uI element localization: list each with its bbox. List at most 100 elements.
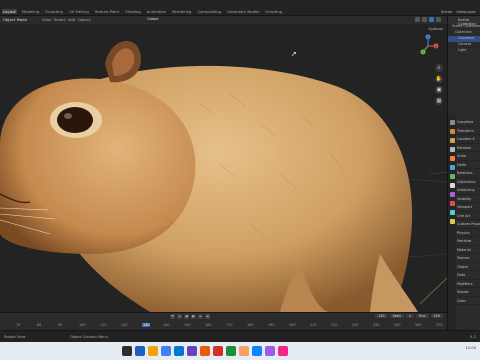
workspace-tab-compositing[interactable]: Compositing [196,9,222,14]
play-icon[interactable]: ▶ [191,314,196,319]
taskbar-app-icon[interactable] [161,346,171,356]
taskbar-app-icon[interactable] [265,346,275,356]
taskbar-app-icon[interactable] [148,346,158,356]
frame-tick-label: 270 [436,323,443,327]
properties-tab-icon[interactable] [450,165,455,170]
start-frame-field[interactable]: 1 [405,314,415,318]
mode-selector[interactable]: Object Mode [3,17,27,22]
play-reverse-icon[interactable]: ◀ [184,314,189,319]
properties-tab-icon[interactable] [450,219,455,224]
property-row[interactable]: Scale [457,152,480,161]
workspace-tab-shading[interactable]: Shading [124,9,141,14]
property-row[interactable]: Custom Props [457,220,480,229]
timeline: ⏮ ◂ ◀ ▶ ▸ ⏭ 130 Start 1 End 250 70 80 90 10… [0,312,447,330]
taskbar-app-icon[interactable] [278,346,288,356]
workspace-tab-rendering[interactable]: Rendering [171,9,192,14]
workspace-tab-uv-editing[interactable]: UV Editing [68,9,90,14]
property-row[interactable]: Particles [457,237,480,246]
transform-orientation[interactable]: Global [147,17,158,21]
properties-tab-icon[interactable] [450,156,455,161]
property-row[interactable]: Shader [457,288,480,297]
jump-start-icon[interactable]: ⏮ [170,314,175,319]
camera-icon[interactable]: ▣ [435,86,443,94]
view-menu[interactable]: View [42,17,51,22]
timeline-ruler[interactable]: 70 80 90 100 110 120 130 140 150 160 170 180 190 200 2… [0,322,447,330]
property-row[interactable]: Rotation [457,144,480,152]
property-row[interactable]: Capybara [457,118,480,127]
taskbar-app-icon[interactable] [174,346,184,356]
add-menu[interactable]: Add [68,17,75,22]
property-row[interactable]: Modifiers [457,280,480,288]
taskbar-app-icon[interactable] [226,346,236,356]
property-row[interactable]: Texture [457,254,480,263]
properties-tab-icon[interactable] [450,120,455,125]
frame-tick-label: 240 [373,323,380,327]
rendered-shading-icon[interactable] [436,17,441,22]
end-frame-field[interactable]: 250 [430,314,443,318]
properties-tab-icon[interactable] [450,210,455,215]
taskbar-app-icon[interactable] [200,346,210,356]
workspace-tab-layout[interactable]: Layout [2,9,17,14]
workspace-tab-scripting[interactable]: Scripting [264,9,283,14]
jump-end-icon[interactable]: ⏭ [205,314,210,319]
scene-selector[interactable]: Scene [441,9,453,14]
3d-viewport[interactable]: Options ➚ X Y Z ⌕ ✋ ▣ ▦ [0,24,447,312]
end-label: End [416,314,429,318]
properties-tab-icon[interactable] [450,192,455,197]
taskbar-app-icon[interactable] [239,346,249,356]
properties-tab-icon[interactable] [450,201,455,206]
frame-tick-label: 130 [142,323,151,327]
frame-tick-label: 140 [163,323,170,327]
solid-shading-icon[interactable] [422,17,427,22]
grid-icon[interactable]: ▦ [435,97,443,105]
property-row[interactable]: Physics [457,229,480,237]
properties-tab-icon[interactable] [450,174,455,179]
wireframe-shading-icon[interactable] [415,17,420,22]
object-menu[interactable]: Object [78,17,90,22]
hand-icon[interactable]: ✋ [435,75,443,83]
property-row[interactable]: Color [457,297,480,305]
property-row[interactable]: Collections [457,178,480,186]
current-frame-field[interactable]: 130 [375,314,388,318]
taskbar-app-icon[interactable] [213,346,223,356]
workspace-tab-animation[interactable]: Animation [146,9,167,14]
zoom-icon[interactable]: ⌕ [435,64,443,72]
outliner-panel: Scene Collection Scene Collection Collect… [447,16,480,116]
properties-tab-icon[interactable] [450,183,455,188]
workspace-tab-texture-paint[interactable]: Texture Paint [94,9,121,14]
workspace-tab-sculpting[interactable]: Sculpting [44,9,64,14]
viewport-options-button[interactable]: Options [428,26,443,31]
property-row[interactable]: Visibility [457,195,480,203]
taskbar-app-icon[interactable] [122,346,132,356]
properties-tab-icon[interactable] [450,138,455,143]
property-row[interactable]: Object [457,263,480,271]
mouse-cursor-icon: ➚ [291,50,297,58]
navigation-gizmo[interactable]: X Y Z [417,34,439,58]
property-row[interactable]: Transform [457,127,480,135]
property-row[interactable]: Delta [457,161,480,169]
property-row[interactable]: Data [457,271,480,280]
taskbar-app-icon[interactable] [252,346,262,356]
property-row[interactable]: Location X [457,135,480,144]
next-key-icon[interactable]: ▸ [198,314,203,319]
outliner-item[interactable]: Light [448,48,480,54]
property-row[interactable]: Material [457,246,480,254]
frame-tick-label: 90 [58,323,63,327]
viewlayer-selector[interactable]: ViewLayer [456,9,476,14]
property-row[interactable]: Line Art [457,212,480,220]
z-axis-label: Z [427,35,429,39]
taskbar-app-icon[interactable] [187,346,197,356]
material-shading-icon[interactable] [429,17,434,22]
workspace-tab-geometry-nodes[interactable]: Geometry Nodes [226,9,260,14]
property-row[interactable]: Viewport [457,203,480,212]
properties-tab-icon[interactable] [450,147,455,152]
system-clock: 12:04 [465,346,476,350]
status-middle: Object Context Menu [70,335,108,339]
properties-tab-icon[interactable] [450,129,455,134]
select-menu[interactable]: Select [54,17,66,22]
prev-key-icon[interactable]: ◂ [177,314,182,319]
property-row[interactable]: Relations [457,169,480,178]
property-row[interactable]: Instancing [457,186,480,195]
taskbar-app-icon[interactable] [135,346,145,356]
workspace-tab-modeling[interactable]: Modeling [21,9,40,14]
